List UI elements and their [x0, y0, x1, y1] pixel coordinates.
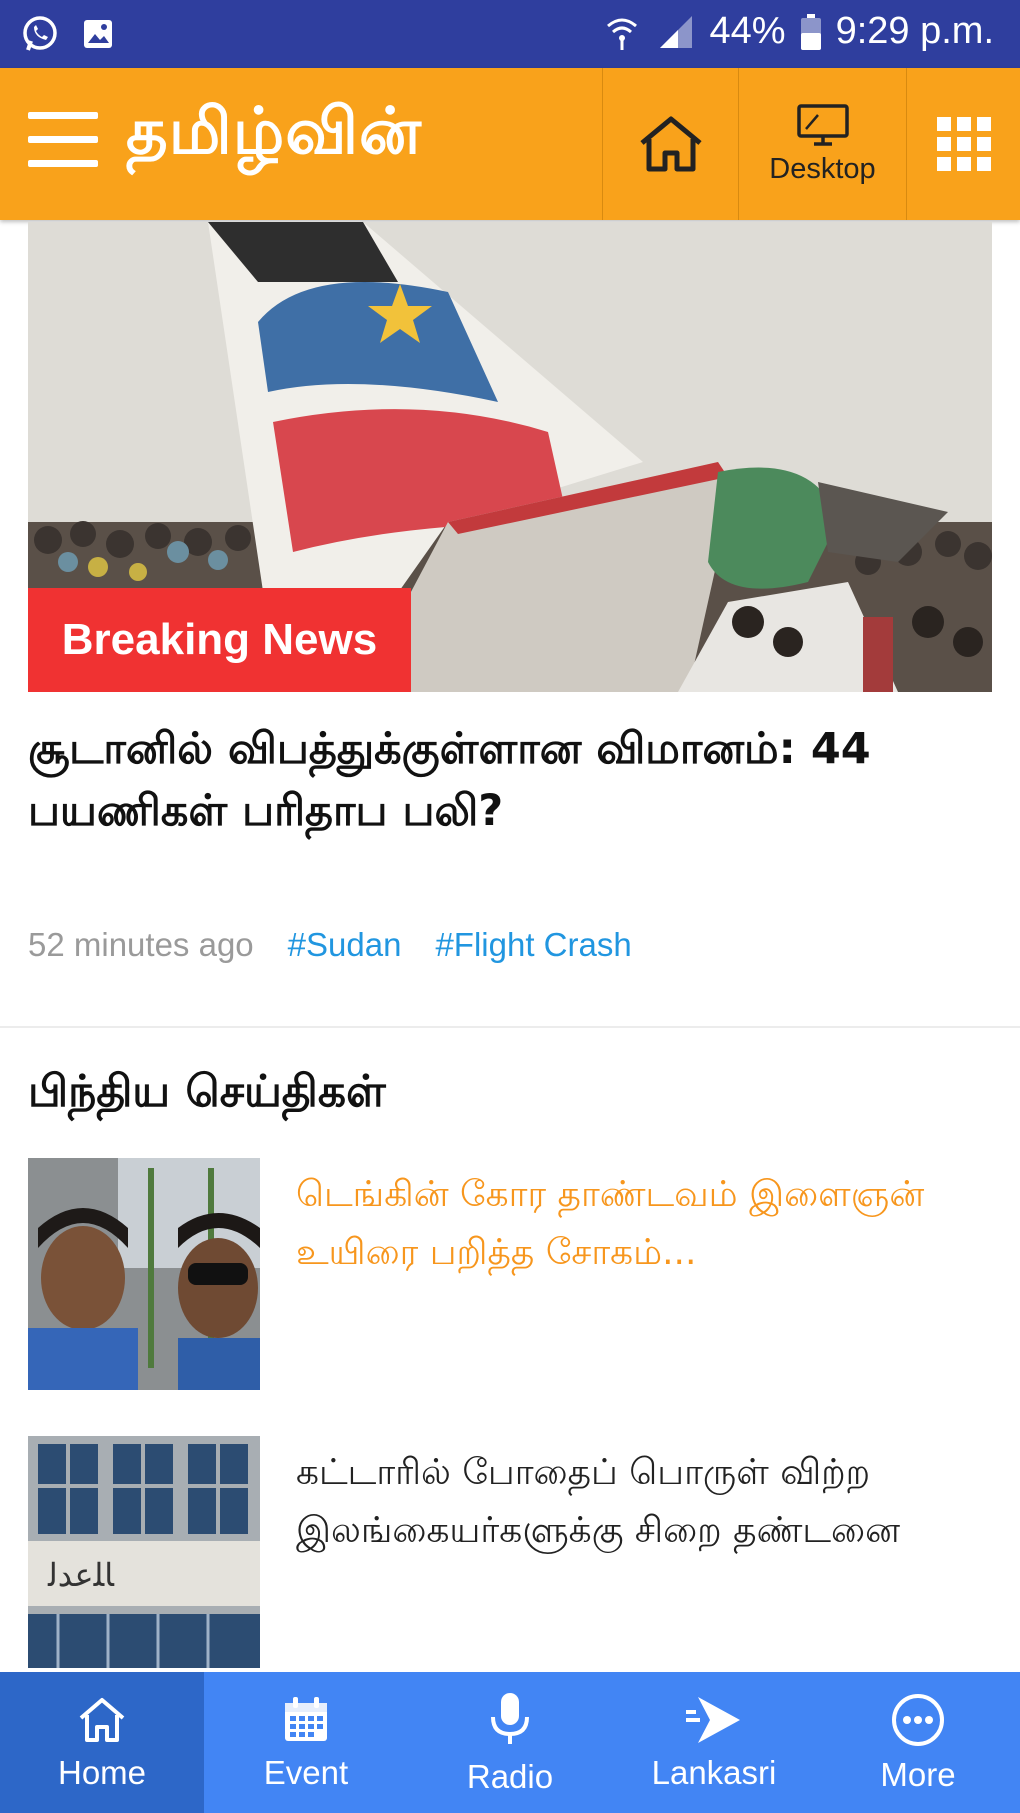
battery-icon	[800, 13, 821, 50]
calendar-icon	[285, 1696, 327, 1741]
nav-radio[interactable]: Radio	[408, 1672, 612, 1813]
lankasri-logo-icon	[686, 1696, 740, 1743]
tag-link[interactable]: #Sudan	[288, 926, 402, 964]
desktop-label: Desktop	[769, 152, 876, 185]
microphone-icon	[491, 1692, 529, 1744]
section-title: பிந்திய செய்திகள்	[28, 1066, 386, 1117]
nav-more-label: More	[880, 1755, 956, 1793]
nav-more[interactable]: More	[816, 1672, 1020, 1813]
hero-meta: 52 minutes ago #Sudan #Flight Crash	[28, 926, 632, 964]
nav-lankasri[interactable]: Lankasri	[612, 1672, 816, 1813]
tag-link[interactable]: #Flight Crash	[435, 926, 631, 964]
list-item[interactable]: டெங்கின் கோர தாண்டவம் இளைஞன் உயிரை பறித்…	[28, 1158, 992, 1390]
nav-lankasri-label: Lankasri	[651, 1753, 777, 1791]
menu-icon	[28, 112, 98, 119]
nav-radio-label: Radio	[466, 1757, 554, 1795]
nav-event[interactable]: Event	[204, 1672, 408, 1813]
nav-event-label: Event	[263, 1753, 349, 1791]
home-button[interactable]	[602, 68, 738, 220]
cell-signal-icon	[659, 15, 692, 48]
news-thumbnail	[28, 1158, 260, 1390]
image-icon	[84, 20, 112, 48]
nav-home-label: Home	[57, 1753, 147, 1791]
more-icon	[892, 1693, 944, 1746]
divider	[0, 1026, 1020, 1028]
nav-home[interactable]: Home	[0, 1672, 204, 1813]
home-icon	[79, 1697, 125, 1742]
news-title[interactable]: டெங்கின் கோர தாண்டவம் இளைஞன் உயிரை பறித்…	[296, 1166, 936, 1282]
battery-percent: 44%	[709, 10, 786, 52]
news-title[interactable]: கட்டாரில் போதைப் பொருள் விற்ற இலங்கையர்க…	[296, 1444, 936, 1560]
status-bar: 44% 9:29 p.m.	[0, 0, 1020, 68]
apps-grid-icon	[936, 117, 991, 171]
menu-button[interactable]	[28, 112, 98, 174]
desktop-icon	[796, 103, 849, 146]
breaking-news-badge: Breaking News	[28, 588, 411, 692]
wifi-icon	[606, 18, 637, 50]
hero-headline[interactable]: சூடானில் விபத்துக்குள்ளான விமானம்: 44 பய…	[28, 718, 992, 842]
list-item[interactable]: ﺎﻠﻋﺪﻟ கட்டாரில் போதைப் பொருள் விற்ற இலங்…	[28, 1436, 992, 1668]
app-logo[interactable]: தமிழ்வின்	[126, 94, 422, 177]
apps-grid-button[interactable]	[906, 68, 1020, 220]
svg-text:ﺎﻠﻋﺪﻟ: ﺎﻠﻋﺪﻟ	[47, 1556, 115, 1594]
bottom-navigation: Home Event Radio Lankasri More	[0, 1672, 1020, 1813]
news-thumbnail: ﺎﻠﻋﺪﻟ	[28, 1436, 260, 1668]
hero-time: 52 minutes ago	[28, 926, 254, 963]
whatsapp-icon	[23, 16, 57, 51]
clock: 9:29 p.m.	[835, 10, 994, 52]
home-icon	[639, 116, 702, 172]
desktop-button[interactable]: Desktop	[738, 68, 906, 220]
app-bar: தமிழ்வின் Desktop	[0, 68, 1020, 220]
